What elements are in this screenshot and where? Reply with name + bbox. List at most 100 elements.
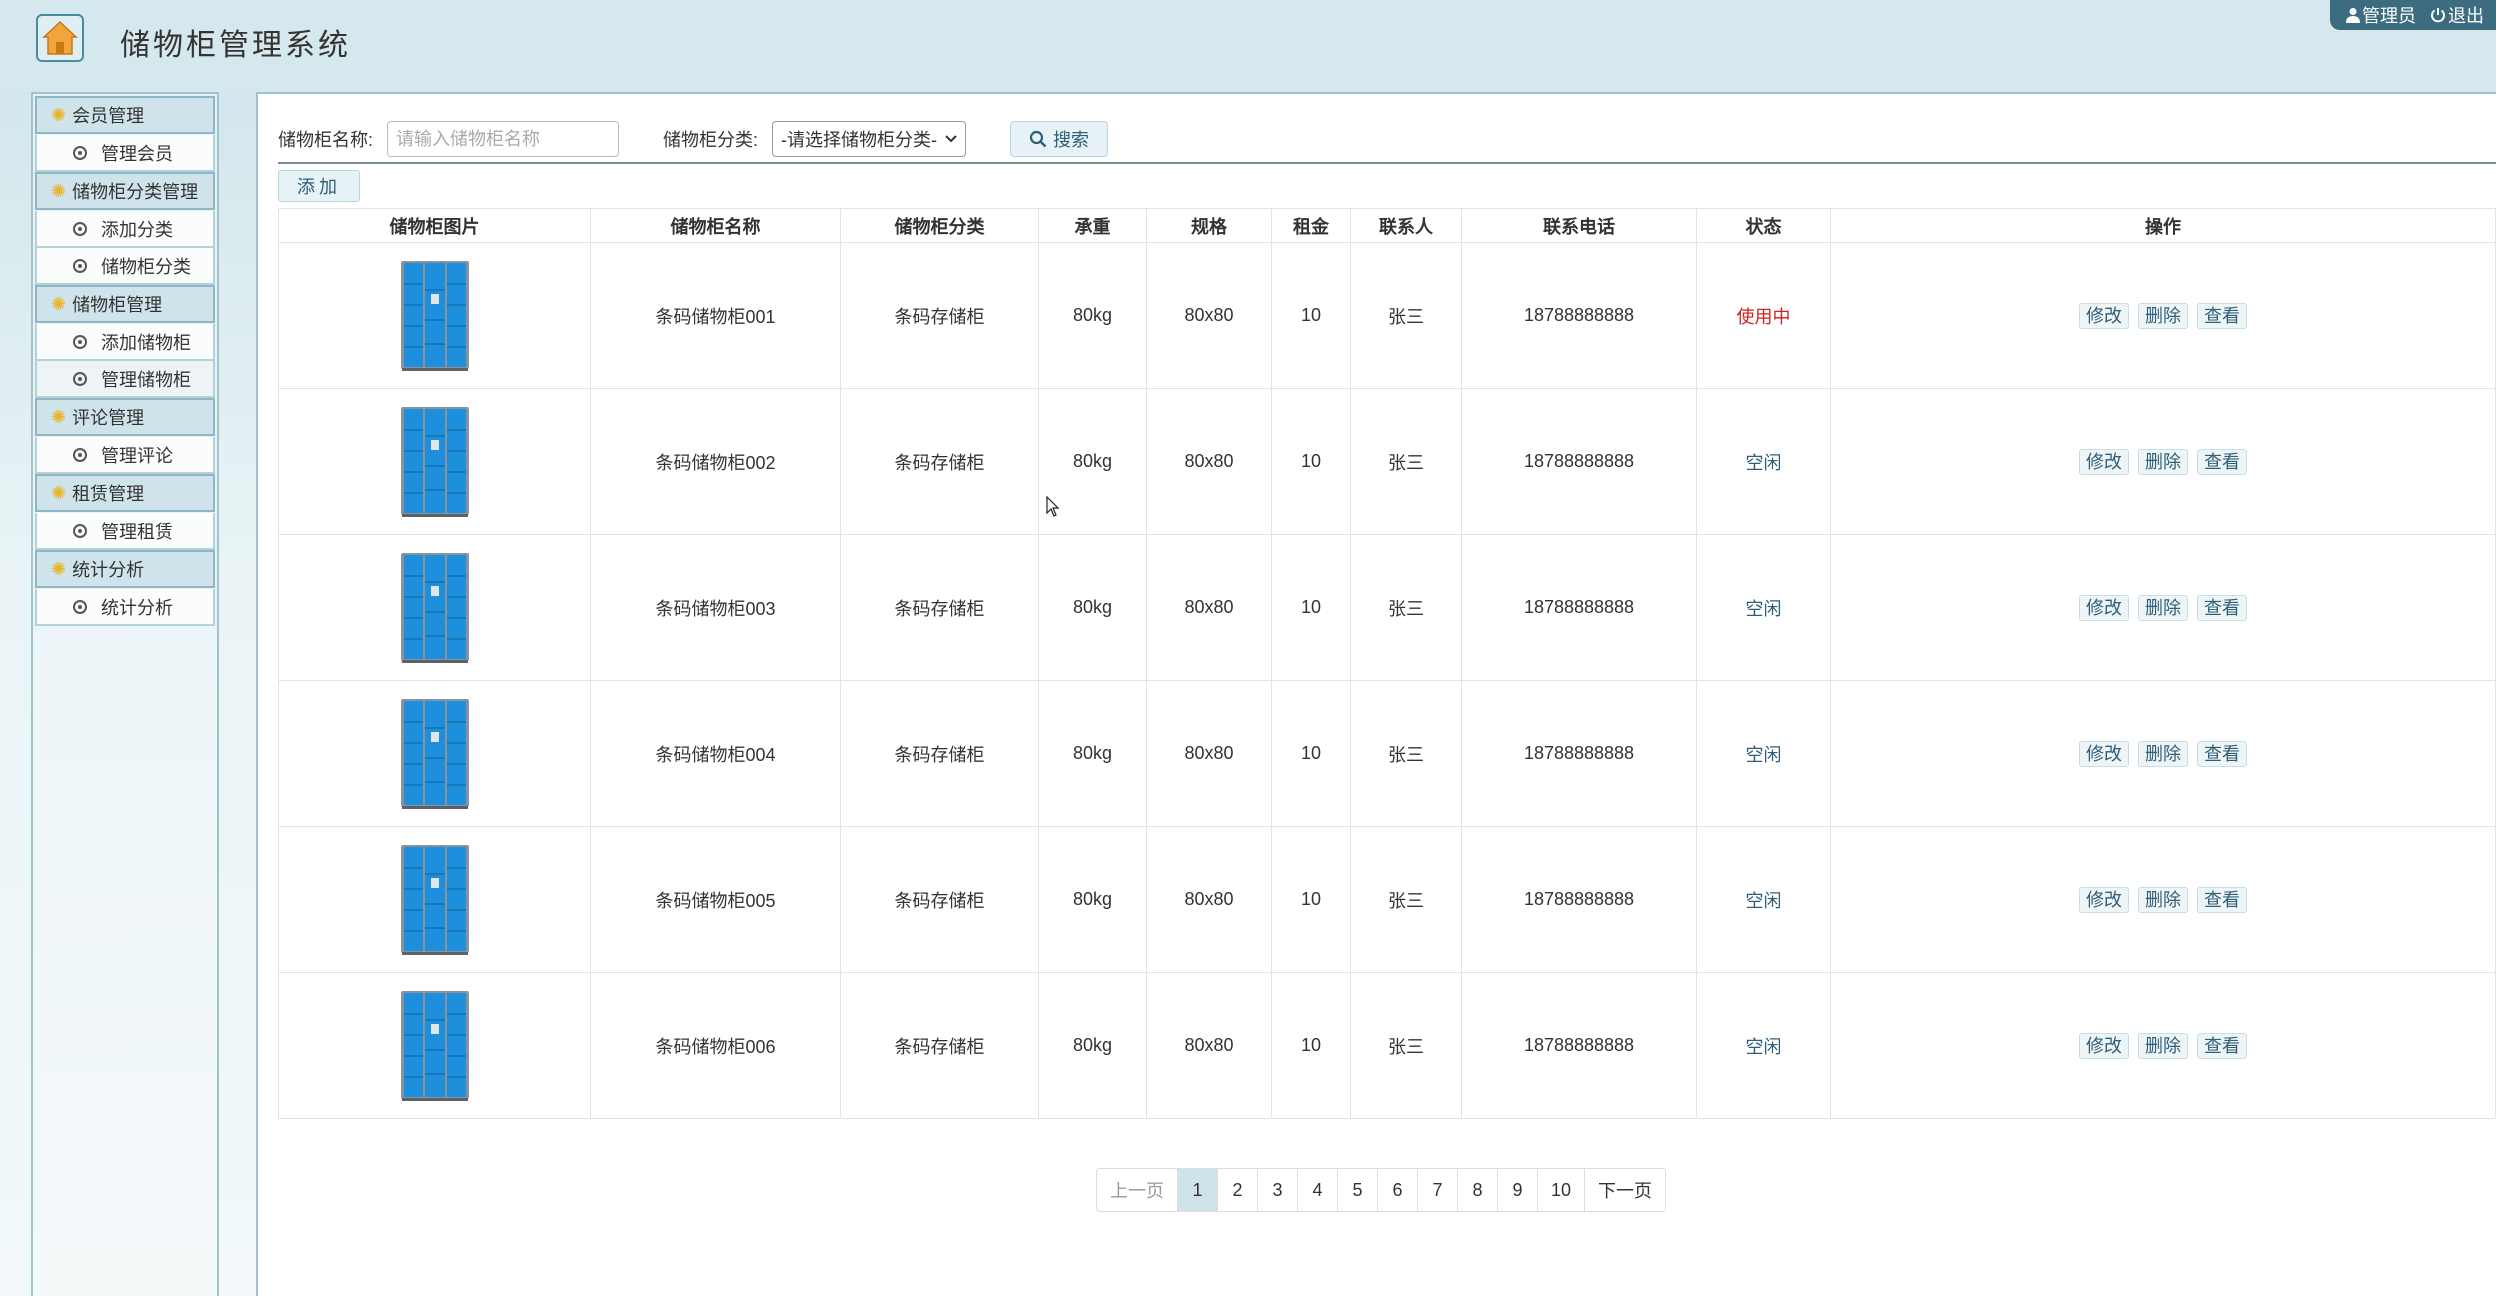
menu-head-rental[interactable]: ✺ 租赁管理 <box>35 474 215 512</box>
cell-image <box>278 972 591 1119</box>
page-button[interactable]: 7 <box>1418 1169 1458 1211</box>
menu-head-locker[interactable]: ✺ 储物柜管理 <box>35 285 215 323</box>
logout-label: 退出 <box>2448 6 2484 26</box>
cell-name: 条码储物柜002 <box>590 388 841 535</box>
col-actions: 操作 <box>1830 208 2496 243</box>
radio-dot-icon <box>73 599 87 614</box>
col-contact: 联系人 <box>1350 208 1462 243</box>
page-button[interactable]: 1 <box>1178 1169 1218 1211</box>
page-button[interactable]: 6 <box>1378 1169 1418 1211</box>
cell-image <box>278 680 591 827</box>
cell-phone: 18788888888 <box>1461 972 1697 1119</box>
prev-page-button[interactable]: 上一页 <box>1097 1169 1178 1211</box>
name-label: 储物柜名称: <box>278 130 374 150</box>
view-button[interactable]: 查看 <box>2197 740 2248 767</box>
cell-phone: 18788888888 <box>1461 534 1697 681</box>
chevron-down-icon <box>945 135 957 143</box>
col-phone: 联系电话 <box>1461 208 1697 243</box>
cell-name: 条码储物柜001 <box>590 242 841 389</box>
menu-group-comment: ✺ 评论管理 管理评论 <box>35 398 215 474</box>
cell-image <box>278 534 591 681</box>
cell-load: 80kg <box>1038 680 1147 827</box>
cell-phone: 18788888888 <box>1461 680 1697 827</box>
sidebar-item-manage-lockers[interactable]: 管理储物柜 <box>35 361 215 398</box>
search-button[interactable]: 搜索 <box>1010 121 1109 157</box>
sidebar-item-add-locker[interactable]: 添加储物柜 <box>35 324 215 361</box>
logout-link[interactable]: 退出 <box>2430 2 2484 28</box>
cell-image <box>278 826 591 973</box>
delete-button[interactable]: 删除 <box>2138 448 2188 475</box>
col-size: 规格 <box>1146 208 1272 243</box>
cell-status: 空闲 <box>1696 388 1831 535</box>
admin-link[interactable]: 管理员 <box>2346 2 2416 28</box>
home-icon[interactable] <box>36 14 84 62</box>
app-header: 储物柜管理系统 管理员 退出 <box>0 0 2496 92</box>
view-button[interactable]: 查看 <box>2197 594 2248 621</box>
col-name: 储物柜名称 <box>590 208 841 243</box>
add-button[interactable]: 添加 <box>278 170 360 202</box>
edit-button[interactable]: 修改 <box>2078 594 2129 621</box>
delete-button[interactable]: 删除 <box>2138 594 2188 621</box>
cell-phone: 18788888888 <box>1461 388 1697 535</box>
col-category: 储物柜分类 <box>840 208 1039 243</box>
divider <box>278 162 2496 164</box>
menu-head-category[interactable]: ✺ 储物柜分类管理 <box>35 172 215 210</box>
page-button[interactable]: 8 <box>1458 1169 1498 1211</box>
search-form: 储物柜名称: 储物柜分类: -请选择储物柜分类- 搜索 <box>278 120 1109 158</box>
main-panel: 储物柜名称: 储物柜分类: -请选择储物柜分类- 搜索 添加 储物柜图片 储物柜… <box>256 92 2496 1296</box>
radio-dot-icon <box>73 145 87 160</box>
sidebar-item-manage-members[interactable]: 管理会员 <box>35 135 215 172</box>
view-button[interactable]: 查看 <box>2197 1032 2248 1059</box>
cell-size: 80x80 <box>1146 972 1272 1119</box>
locker-image <box>400 260 469 371</box>
cell-contact: 张三 <box>1350 680 1462 827</box>
page-button[interactable]: 10 <box>1538 1169 1586 1211</box>
menu-head-stats[interactable]: ✺ 统计分析 <box>35 550 215 588</box>
edit-button[interactable]: 修改 <box>2078 302 2129 329</box>
view-button[interactable]: 查看 <box>2197 886 2248 913</box>
category-select-value: -请选择储物柜分类- <box>781 130 938 150</box>
edit-button[interactable]: 修改 <box>2078 448 2129 475</box>
sidebar: ✺ 会员管理 管理会员 ✺ 储物柜分类管理 添加分类 储物柜分类 ✺ 储物柜管理 添加… <box>31 92 219 1296</box>
menu-head-comment[interactable]: ✺ 评论管理 <box>35 398 215 436</box>
edit-button[interactable]: 修改 <box>2078 740 2129 767</box>
locker-name-input[interactable] <box>387 121 620 157</box>
page-button[interactable]: 9 <box>1498 1169 1538 1211</box>
sun-icon: ✺ <box>51 104 67 125</box>
cell-size: 80x80 <box>1146 680 1272 827</box>
menu-head-member[interactable]: ✺ 会员管理 <box>35 96 215 134</box>
cell-phone: 18788888888 <box>1461 242 1697 389</box>
edit-button[interactable]: 修改 <box>2078 1032 2129 1059</box>
cell-size: 80x80 <box>1146 242 1272 389</box>
sidebar-item-add-category[interactable]: 添加分类 <box>35 211 215 248</box>
view-button[interactable]: 查看 <box>2197 302 2248 329</box>
sidebar-item-manage-comments[interactable]: 管理评论 <box>35 437 215 474</box>
cell-category: 条码存储柜 <box>840 680 1039 827</box>
cell-category: 条码存储柜 <box>840 826 1039 973</box>
next-page-button[interactable]: 下一页 <box>1585 1169 1666 1211</box>
cell-actions: 修改 删除 查看 <box>1830 680 2496 827</box>
delete-button[interactable]: 删除 <box>2138 886 2188 913</box>
delete-button[interactable]: 删除 <box>2138 740 2188 767</box>
category-select[interactable]: -请选择储物柜分类- <box>772 121 967 157</box>
sidebar-item-category-list[interactable]: 储物柜分类 <box>35 248 215 285</box>
delete-button[interactable]: 删除 <box>2138 1032 2188 1059</box>
cell-actions: 修改 删除 查看 <box>1830 242 2496 389</box>
page-button[interactable]: 2 <box>1218 1169 1258 1211</box>
cell-rent: 10 <box>1271 242 1351 389</box>
delete-button[interactable]: 删除 <box>2138 302 2188 329</box>
edit-button[interactable]: 修改 <box>2078 886 2129 913</box>
locker-image <box>400 844 469 955</box>
page-button[interactable]: 3 <box>1258 1169 1298 1211</box>
search-button-label: 搜索 <box>1053 130 1090 150</box>
view-button[interactable]: 查看 <box>2197 448 2248 475</box>
cell-image <box>278 388 591 535</box>
radio-dot-icon <box>73 447 87 462</box>
cell-rent: 10 <box>1271 972 1351 1119</box>
sidebar-item-manage-rentals[interactable]: 管理租赁 <box>35 513 215 550</box>
sidebar-item-stats[interactable]: 统计分析 <box>35 589 215 626</box>
page-button[interactable]: 4 <box>1298 1169 1338 1211</box>
cell-size: 80x80 <box>1146 388 1272 535</box>
page-button[interactable]: 5 <box>1338 1169 1378 1211</box>
locker-image <box>400 990 469 1101</box>
